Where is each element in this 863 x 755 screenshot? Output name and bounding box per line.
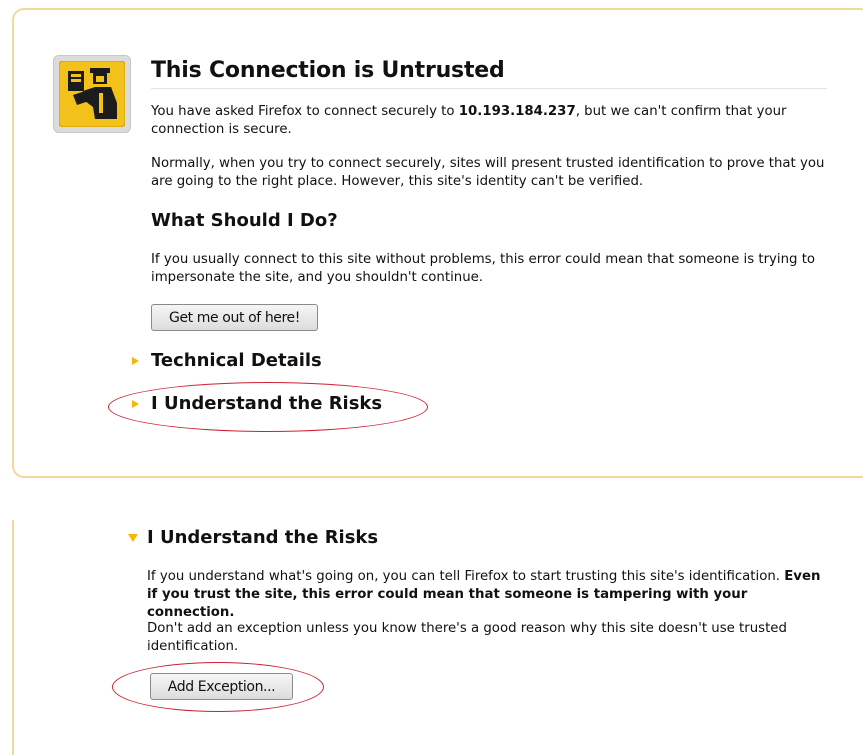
host-address: 10.193.184.237 [458, 104, 576, 119]
understand-risks-label: I Understand the Risks [151, 393, 383, 414]
risks-text: If you understand what's going on, you c… [147, 568, 835, 622]
intro-text: You have asked Firefox to connect secure… [151, 103, 811, 139]
title-divider [151, 88, 827, 89]
triangle-right-icon [132, 400, 139, 408]
triangle-right-icon [132, 357, 139, 365]
border-guard-icon [53, 55, 131, 133]
risks-text-prefix: If you understand what's going on, you c… [147, 569, 785, 584]
what-should-i-do-text: If you usually connect to this site with… [151, 252, 816, 285]
triangle-down-icon [128, 534, 138, 542]
add-exception-button[interactable]: Add Exception... [150, 673, 293, 700]
dont-add-text: Don't add an exception unless you know t… [147, 621, 787, 654]
understand-risks-heading: I Understand the Risks [147, 527, 379, 548]
get-me-out-button[interactable]: Get me out of here! [151, 304, 318, 331]
normally-text: Normally, when you try to connect secure… [151, 156, 825, 189]
technical-details-label: Technical Details [151, 350, 322, 371]
page-title: This Connection is Untrusted [151, 58, 505, 83]
what-should-i-do-heading: What Should I Do? [151, 210, 338, 231]
intro-prefix: You have asked Firefox to connect secure… [151, 104, 459, 119]
